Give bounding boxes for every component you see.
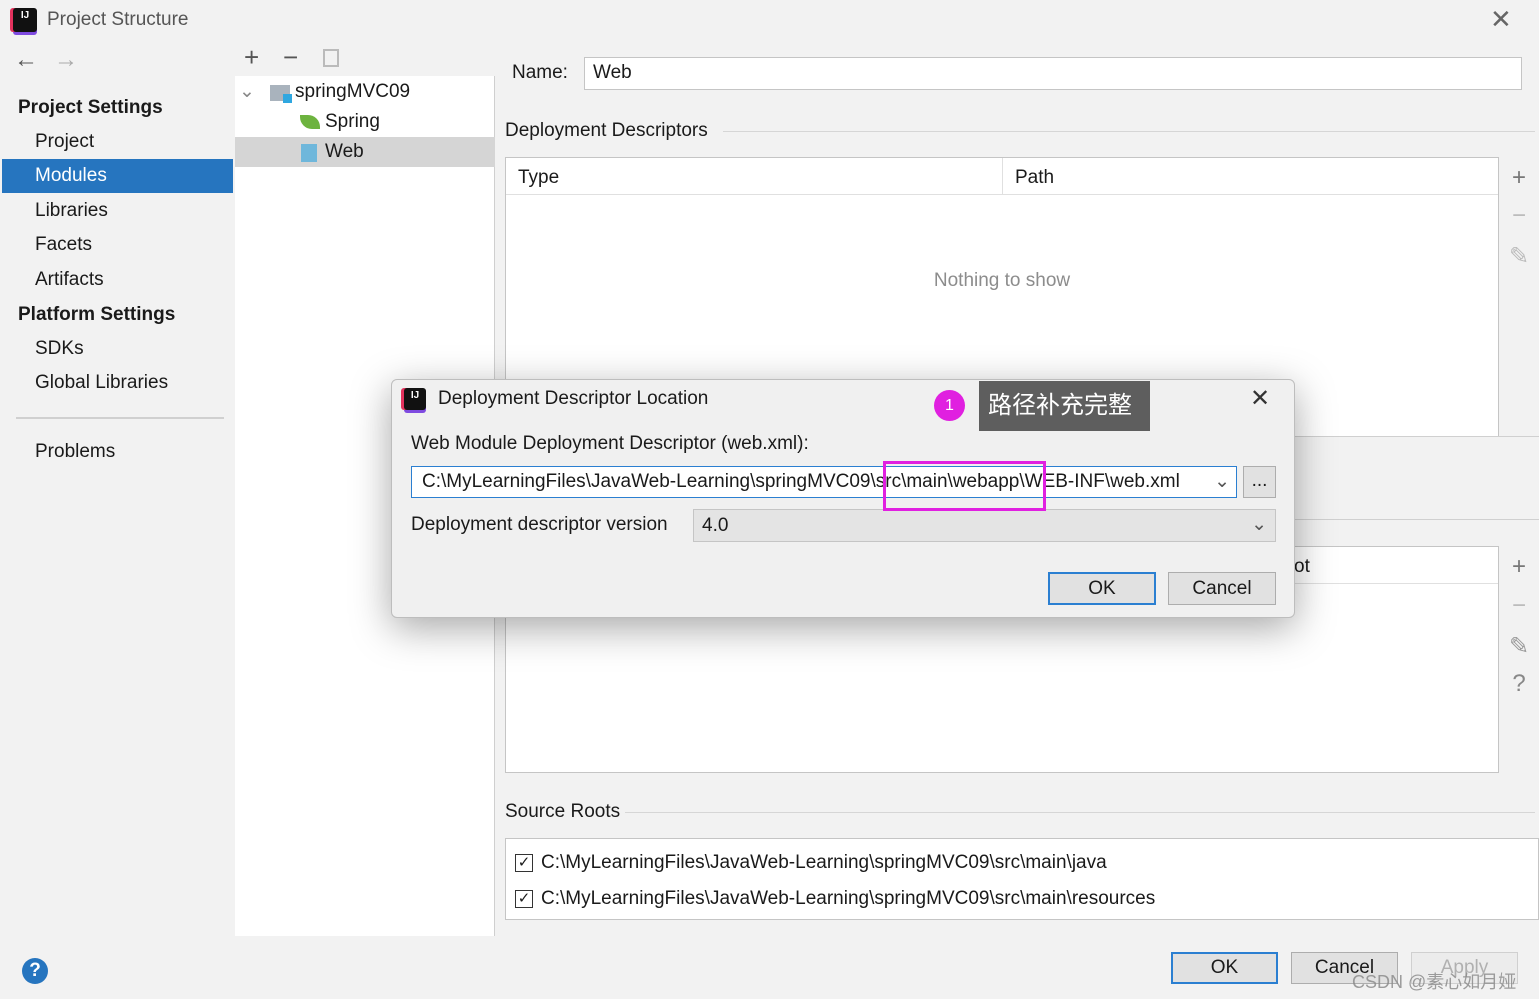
help-question-icon[interactable]: ?	[1507, 670, 1531, 698]
name-label: Name:	[512, 62, 568, 83]
tree-item-springmvc09[interactable]: ⌄ springMVC09	[235, 77, 495, 107]
close-icon[interactable]: ✕	[1490, 4, 1512, 35]
sidebar-item-project[interactable]: Project	[2, 125, 233, 159]
help-icon[interactable]: ?	[22, 958, 48, 984]
intellij-logo-icon: IJ	[404, 388, 426, 410]
sidebar-item-libraries[interactable]: Libraries	[2, 194, 233, 228]
empty-state-text: Nothing to show	[933, 270, 1071, 291]
version-label: Deployment descriptor version	[411, 514, 668, 535]
remove-icon[interactable]: −	[283, 42, 298, 73]
source-root-item[interactable]: ✓ C:\MyLearningFiles\JavaWeb-Learning\sp…	[515, 888, 1155, 910]
sidebar-item-sdks[interactable]: SDKs	[2, 332, 233, 366]
tree-label: Web	[325, 141, 364, 162]
sidebar: ← → Project Settings Project Modules Lib…	[2, 40, 233, 984]
module-folder-icon	[270, 85, 292, 103]
add-icon[interactable]: +	[244, 42, 259, 73]
dialog-title: Deployment Descriptor Location	[438, 388, 709, 409]
name-input[interactable]: Web	[584, 57, 1522, 90]
back-icon[interactable]: ←	[14, 46, 38, 74]
deployment-descriptor-dialog: IJ Deployment Descriptor Location ✕ Web …	[391, 379, 1295, 618]
tree-toolbar: + −	[235, 40, 495, 76]
chevron-down-icon[interactable]: ⌄	[239, 77, 255, 107]
window-title: Project Structure	[47, 9, 189, 30]
table-header: Type Path	[506, 158, 1498, 195]
tree-label: Spring	[325, 111, 380, 132]
source-root-item[interactable]: ✓ C:\MyLearningFiles\JavaWeb-Learning\sp…	[515, 852, 1107, 874]
title-bar: IJ Project Structure ✕	[0, 0, 1539, 40]
column-path[interactable]: Path	[1015, 167, 1054, 189]
add-resource-icon[interactable]: +	[1507, 553, 1531, 581]
tree-item-web[interactable]: Web	[235, 137, 495, 167]
watermark: CSDN @素心如月娅	[1352, 972, 1517, 992]
tree-label: springMVC09	[295, 81, 411, 102]
highlight-box	[883, 461, 1046, 511]
divider	[16, 417, 224, 419]
source-root-path: C:\MyLearningFiles\JavaWeb-Learning\spri…	[541, 888, 1156, 909]
checkbox-checked-icon[interactable]: ✓	[515, 854, 533, 872]
sidebar-item-global-libraries[interactable]: Global Libraries	[2, 366, 233, 400]
annotation-tooltip: 路径补充完整	[979, 381, 1150, 431]
copy-icon[interactable]	[323, 49, 339, 67]
add-descriptor-icon[interactable]: +	[1507, 164, 1531, 192]
dialog-close-icon[interactable]: ✕	[1250, 384, 1270, 413]
version-select[interactable]: 4.0 ⌄	[693, 509, 1276, 542]
tree-item-spring[interactable]: Spring	[235, 107, 495, 137]
version-value: 4.0	[702, 515, 729, 536]
column-type[interactable]: Type	[518, 167, 559, 189]
browse-button[interactable]: ...	[1243, 466, 1276, 498]
intellij-logo-icon: IJ	[13, 8, 37, 32]
sidebar-item-facets[interactable]: Facets	[2, 228, 233, 262]
deployment-descriptors-heading: Deployment Descriptors	[505, 120, 708, 141]
descriptor-label: Web Module Deployment Descriptor (web.xm…	[411, 433, 809, 454]
edit-resource-icon[interactable]: ✎	[1507, 632, 1531, 661]
sidebar-item-modules[interactable]: Modules	[2, 159, 233, 193]
sidebar-item-artifacts[interactable]: Artifacts	[2, 263, 233, 297]
remove-resource-icon[interactable]: −	[1507, 592, 1531, 620]
column-header-fragment[interactable]: ot	[1294, 556, 1310, 578]
divider	[723, 131, 1535, 132]
divider	[625, 812, 1535, 813]
chevron-down-icon[interactable]: ⌄	[1214, 470, 1230, 493]
dialog-cancel-button[interactable]: Cancel	[1168, 572, 1276, 605]
spring-leaf-icon	[300, 115, 320, 129]
forward-icon[interactable]: →	[54, 46, 78, 74]
annotation-marker: 1	[934, 390, 965, 421]
source-root-path: C:\MyLearningFiles\JavaWeb-Learning\spri…	[541, 852, 1107, 873]
chevron-down-icon[interactable]: ⌄	[1251, 513, 1267, 536]
edit-descriptor-icon[interactable]: ✎	[1507, 242, 1531, 271]
remove-descriptor-icon[interactable]: −	[1507, 202, 1531, 230]
platform-settings-heading: Platform Settings	[18, 304, 176, 325]
descriptor-path-value[interactable]: C:\MyLearningFiles\JavaWeb-Learning\spri…	[422, 471, 1180, 492]
source-roots-heading: Source Roots	[505, 801, 621, 822]
checkbox-checked-icon[interactable]: ✓	[515, 890, 533, 908]
dialog-ok-button[interactable]: OK	[1048, 572, 1156, 605]
project-settings-heading: Project Settings	[18, 97, 163, 118]
source-roots-list: ✓ C:\MyLearningFiles\JavaWeb-Learning\sp…	[505, 838, 1539, 920]
descriptor-path-combobox[interactable]: C:\MyLearningFiles\JavaWeb-Learning\spri…	[411, 466, 1237, 498]
ok-button[interactable]: OK	[1171, 952, 1278, 984]
web-facet-icon	[301, 144, 317, 162]
sidebar-item-problems[interactable]: Problems	[2, 435, 233, 469]
